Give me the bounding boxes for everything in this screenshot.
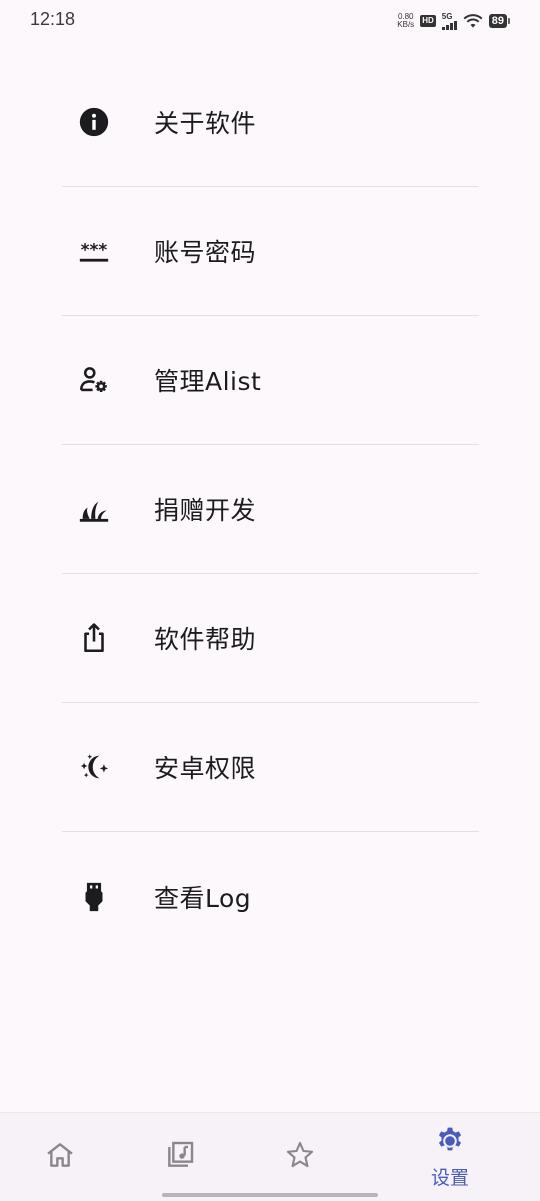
svg-text:***: *** (81, 240, 108, 260)
star-icon (284, 1139, 316, 1175)
usb-plug-icon (61, 880, 127, 914)
nav-library[interactable] (140, 1113, 220, 1201)
hd-badge: HD (420, 15, 436, 27)
menu-item-account-password[interactable]: *** 账号密码 (62, 187, 479, 316)
nav-home[interactable] (20, 1113, 100, 1201)
menu-item-label: 账号密码 (154, 238, 257, 267)
info-icon (61, 105, 127, 139)
network-speed: 0.80 KB/s (397, 13, 414, 29)
home-icon (44, 1139, 76, 1175)
menu-item-about[interactable]: 关于软件 (62, 58, 479, 187)
settings-icon (434, 1125, 466, 1161)
menu-item-android-permissions[interactable]: 安卓权限 (62, 703, 479, 832)
nav-settings[interactable]: 设置 (410, 1113, 490, 1201)
menu-item-label: 关于软件 (154, 109, 257, 138)
wifi-icon (463, 14, 483, 28)
status-bar: 12:18 0.80 KB/s HD 5G 89 (0, 0, 540, 40)
menu-item-label: 软件帮助 (154, 625, 257, 654)
bottom-navigation-bar: 设置 (0, 1112, 540, 1201)
menu-item-help[interactable]: 软件帮助 (62, 574, 479, 703)
grass-icon (61, 492, 127, 526)
menu-item-manage-alist[interactable]: 管理Alist (62, 316, 479, 445)
nav-settings-label: 设置 (430, 1166, 469, 1189)
password-icon: *** (61, 234, 127, 268)
menu-item-label: 安卓权限 (154, 754, 257, 783)
menu-item-label: 管理Alist (154, 367, 262, 396)
menu-item-label: 捐赠开发 (154, 496, 257, 525)
cellular-signal-icon: 5G (441, 11, 457, 30)
battery-indicator: 89 (488, 14, 511, 28)
network-type: 5G (441, 11, 453, 21)
gesture-bar[interactable] (162, 1193, 378, 1197)
menu-item-donate[interactable]: 捐赠开发 (62, 445, 479, 574)
menu-item-view-log[interactable]: 查看Log (62, 832, 479, 961)
network-speed-unit: KB/s (397, 20, 415, 29)
share-icon (61, 621, 127, 655)
night-sight-icon (61, 750, 127, 784)
menu-item-label: 查看Log (154, 883, 252, 913)
nav-favorites[interactable] (260, 1113, 340, 1201)
manage-accounts-icon (61, 363, 127, 397)
settings-menu-list: 关于软件 *** 账号密码 管理Alist 捐赠开发 软件帮助 安卓权限 查看L… (62, 58, 479, 961)
music-library-icon (164, 1139, 196, 1175)
status-icons: 0.80 KB/s HD 5G 89 (397, 11, 511, 31)
status-time: 12:18 (30, 9, 76, 29)
